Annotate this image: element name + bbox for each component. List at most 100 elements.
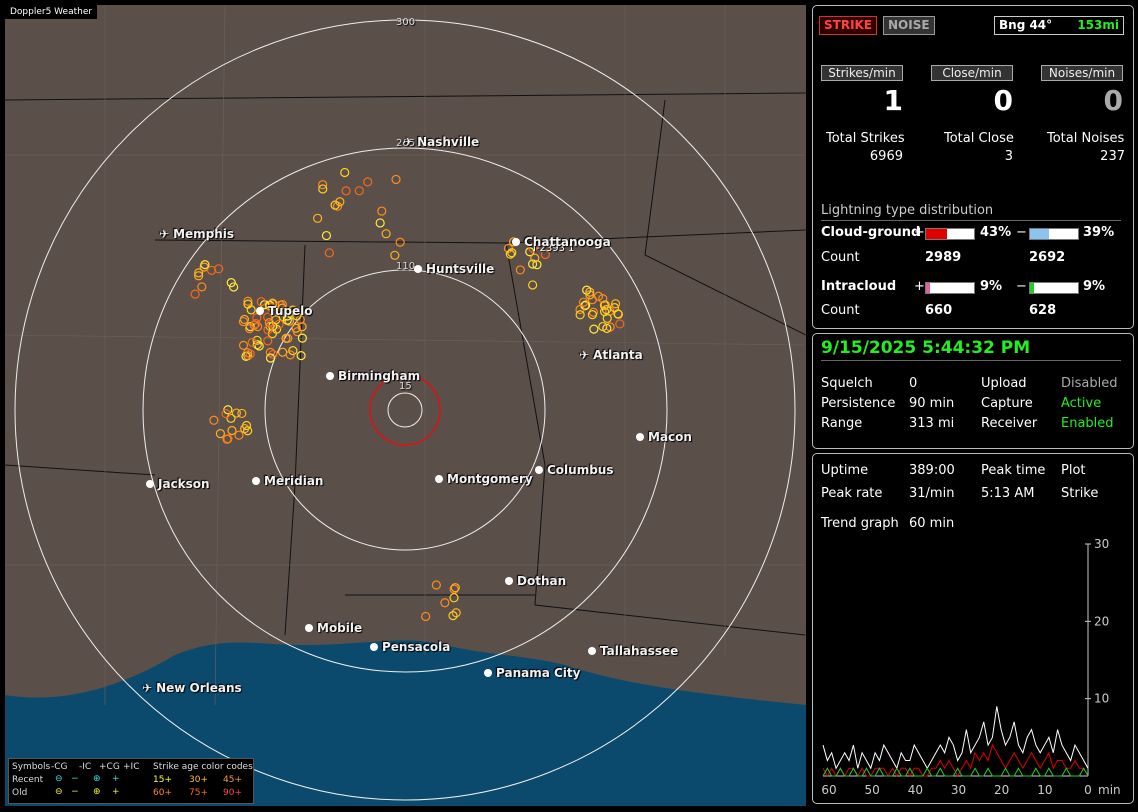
peak-time-value: 5:13 AM [981,486,1035,501]
city-dot-icon [252,477,260,485]
persistence-value: 90 min [909,396,955,411]
cg-pos-bar [925,228,975,240]
ic-plus-sign: + [914,279,925,294]
city-name: Atlanta [593,348,643,362]
cg-neg-count: 2692 [1029,250,1066,265]
y-tick-label: 30 [1094,537,1109,551]
ic-pos-pct: 9% [980,279,1003,294]
airport-icon: ✈ [142,681,153,695]
city-name: Mobile [317,621,363,635]
total-close: 3 [1004,149,1013,164]
cg-plus-sign: + [914,225,925,240]
map-canvas [5,5,806,806]
city-nashville: ✈ Nashville [403,135,479,149]
status-panel: 9/15/2025 5:44:32 PM Squelch 0 Upload Di… [812,333,1134,449]
strike-marker [313,213,323,223]
legend-age-title: Strike age color codes [153,762,253,772]
city-montgomery: Montgomery [435,472,533,486]
y-tick-label: 10 [1094,692,1109,706]
airport-icon: ✈ [159,227,170,241]
legend-age-75: 75+ [189,788,208,798]
strike-marker [341,186,351,196]
ic-neg-bar [1029,282,1079,294]
strike-marker [363,177,373,187]
city-dot-icon [435,475,443,483]
strike-marker [324,248,334,258]
distribution-title: Lightning type distribution [821,203,994,218]
trend-series-0 [822,706,1089,770]
strike-marker [587,295,597,305]
x-tick-label: 50 [865,783,880,797]
city-name: Jackson [158,477,210,491]
cg-pos-count: 2989 [925,250,962,265]
city-dot-icon [256,307,264,315]
symbol-legend: Symbols -CG -IC +CG +IC Strike age color… [8,758,254,804]
strike-marker [575,310,585,320]
intracloud-label: Intracloud [821,279,897,294]
strike-marker [515,265,525,275]
city-name: Memphis [173,227,235,241]
ic-minus-sign: − [1016,279,1027,294]
strike-marker [615,319,625,329]
ic-count-label: Count [821,303,860,318]
legend-col-neg-ic: -IC [79,762,92,772]
x-tick-label: 20 [994,783,1009,797]
city-name: Macon [648,430,692,444]
city-dot-icon [535,466,543,474]
city-meridian: Meridian [252,474,323,488]
receiver-value: Enabled [1061,416,1114,431]
x-tick-label: 40 [908,783,923,797]
strike-mode-button[interactable]: STRIKE [819,16,878,35]
noises-per-min: 0 [1103,84,1123,117]
city-dot-icon [305,624,313,632]
city-name: New Orleans [156,681,242,695]
noise-mode-button[interactable]: NOISE [883,16,935,35]
city-name: Tallahassee [600,644,679,658]
trend-panel: Uptime 389:00 Peak time Plot Peak rate 3… [812,453,1134,804]
city-name: Pensacola [382,640,451,654]
strike-marker [234,430,244,440]
strike-marker [278,347,288,357]
x-tick-label: 60 [821,783,836,797]
city-dot-icon [484,669,492,677]
strike-marker [321,230,332,241]
close-per-min-header: Close/min [931,65,1013,81]
range-label: Range [821,416,863,431]
cg-neg-bar [1029,228,1079,240]
peak-rate-label: Peak rate [821,486,883,501]
total-close-label: Total Close [944,131,1014,146]
receiver-label: Receiver [981,416,1038,431]
legend-age-45: 45+ [223,775,242,785]
persistence-label: Persistence [821,396,896,411]
radar-map[interactable]: 300 205 110 15 I-2393 1 ✈ Nashville ✈ Memph… [5,5,806,806]
city-dot-icon [370,643,378,651]
strike-marker [431,580,441,590]
upload-label: Upload [981,376,1027,391]
city-huntsville: Huntsville [414,262,494,276]
strike-marker [247,337,257,348]
plot-value: Strike [1061,486,1099,501]
x-tick-label: 10 [1037,783,1052,797]
bearing-value: Bng 44° [999,18,1053,32]
strike-marker [440,598,450,608]
strike-marker [528,280,538,290]
city-name: Tupelo [268,304,313,318]
city-dot-icon [505,577,513,585]
ic-pos-count: 660 [925,303,953,318]
legend-symbols-label: Symbols [12,762,51,772]
strikes-per-min-header: Strikes/min [821,65,903,81]
city-new-orleans: ✈ New Orleans [142,681,242,695]
cg-neg-pct: 39% [1083,225,1115,240]
strike-marker [340,167,350,178]
strike-marker [613,309,623,319]
app-title: Doppler5 Weather [5,5,98,19]
strike-marker [297,333,307,343]
capture-label: Capture [981,396,1033,411]
city-columbus: Columbus [535,463,614,477]
cg-count-label: Count [821,250,860,265]
strike-marker [390,250,400,260]
squelch-label: Squelch [821,376,873,391]
upload-value: Disabled [1061,376,1118,391]
strike-marker [602,313,612,323]
city-panama-city: Panama City [484,666,580,680]
